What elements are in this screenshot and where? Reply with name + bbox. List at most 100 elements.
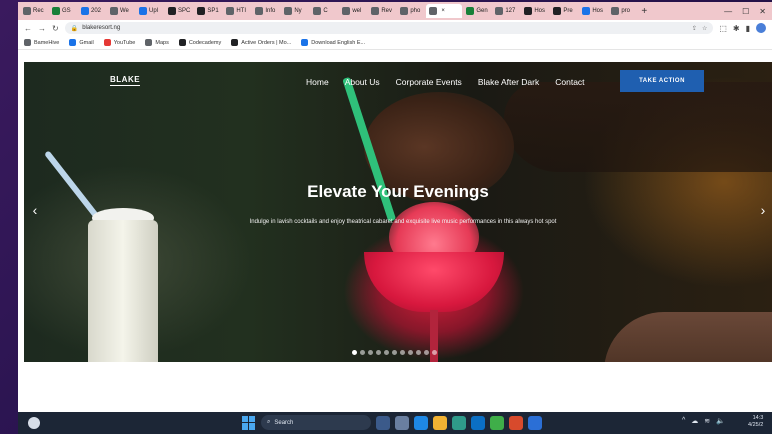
tab-label: C — [323, 8, 328, 14]
menu-item-home[interactable]: Home — [306, 77, 329, 87]
slider-dot[interactable] — [368, 350, 373, 355]
slider-dot[interactable] — [400, 350, 405, 355]
bookmark-item[interactable]: Active Orders | Mo... — [231, 39, 291, 46]
bookmark-star-icon[interactable]: ☆ — [702, 25, 707, 32]
browser-tab[interactable]: 202 — [78, 4, 106, 18]
browser-tab[interactable]: Upl — [136, 4, 164, 18]
browser-tab[interactable]: We — [107, 4, 135, 18]
chrome-icon[interactable] — [490, 415, 504, 430]
puzzle-icon[interactable]: ✱ — [733, 24, 740, 33]
browser-tab[interactable]: pro — [608, 4, 636, 18]
task-view-icon[interactable] — [376, 415, 390, 430]
extension-icon[interactable]: ⬚ — [719, 24, 727, 33]
browser-tab[interactable]: 127 — [492, 4, 520, 18]
forward-icon[interactable]: → — [38, 24, 46, 33]
bookmark-label: Download English E... — [311, 39, 366, 46]
app-icon-orange[interactable] — [509, 415, 523, 430]
bookmark-item[interactable]: Gmail — [69, 39, 94, 46]
tab-label: 202 — [91, 8, 102, 14]
tab-label: Ny — [294, 8, 302, 14]
browser-tab[interactable]: HTI — [223, 4, 251, 18]
windows-start-icon[interactable] — [242, 415, 256, 430]
slider-prev-icon[interactable]: ‹ — [28, 202, 42, 218]
chevron-up-icon[interactable]: ^ — [682, 417, 685, 425]
menu-item-blake-after-dark[interactable]: Blake After Dark — [478, 77, 539, 87]
edge-icon[interactable] — [414, 415, 428, 430]
browser-tab[interactable]: SP1 — [194, 4, 222, 18]
bookmark-item[interactable]: Maps — [145, 39, 169, 46]
new-tab-button[interactable]: + — [641, 6, 647, 17]
tab-favicon-icon — [582, 7, 591, 15]
search-icon: ⌕ — [267, 419, 271, 425]
slider-dots — [352, 350, 437, 355]
slider-dot[interactable] — [416, 350, 421, 355]
url-input[interactable]: 🔒 blakeresort.ng ⇪ ☆ — [64, 22, 714, 34]
app-icon-blue[interactable] — [528, 415, 542, 430]
clock-date: 4/25/2 — [748, 422, 764, 428]
taskbar-search[interactable]: ⌕ Search — [261, 415, 371, 430]
slider-dot[interactable] — [392, 350, 397, 355]
taskbar-apps: ⌕ Search — [242, 415, 542, 430]
slider-dot[interactable] — [360, 350, 365, 355]
tab-label: 127 — [505, 8, 516, 14]
browser-tab[interactable]: Hos — [521, 4, 549, 18]
mail-icon[interactable] — [471, 415, 485, 430]
bookmark-item[interactable]: Download English E... — [301, 39, 365, 46]
bookmark-label: BameHive — [34, 39, 60, 46]
slider-dot[interactable] — [384, 350, 389, 355]
tab-favicon-icon — [466, 7, 475, 15]
minimize-icon[interactable]: — — [724, 7, 732, 16]
weather-widget-icon[interactable] — [28, 417, 40, 429]
share-icon[interactable]: ⇪ — [692, 25, 697, 32]
browser-tab[interactable]: pho — [397, 4, 425, 18]
maximize-icon[interactable]: ☐ — [742, 7, 749, 16]
slider-next-icon[interactable]: › — [756, 202, 770, 218]
profile-avatar[interactable] — [756, 23, 766, 33]
tab-favicon-icon — [371, 7, 380, 15]
volume-icon[interactable]: 🔈 — [716, 417, 725, 425]
main-menu: Home About Us Corporate Events Blake Aft… — [306, 77, 585, 87]
menu-item-corporate-events[interactable]: Corporate Events — [396, 77, 462, 87]
reload-icon[interactable]: ↻ — [52, 24, 59, 33]
system-tray: ^ ☁ ≋ 🔈 — [682, 417, 725, 425]
slider-dot[interactable] — [352, 350, 357, 355]
slider-dot[interactable] — [432, 350, 437, 355]
bookmark-item[interactable]: YouTube — [103, 39, 135, 46]
cloud-icon[interactable]: ☁ — [691, 417, 698, 425]
browser-tab[interactable]: SPC — [165, 4, 193, 18]
slider-dot[interactable] — [408, 350, 413, 355]
browser-tab[interactable]: Gen — [463, 4, 491, 18]
browser-tab[interactable]: Rev — [368, 4, 396, 18]
chat-icon[interactable] — [395, 415, 409, 430]
tab-favicon-icon — [400, 7, 409, 15]
file-explorer-icon[interactable] — [433, 415, 447, 430]
browser-tab[interactable]: Rec — [20, 4, 48, 18]
take-action-button[interactable]: TAKE ACTION — [620, 70, 704, 92]
bookmark-item[interactable]: BameHive — [24, 39, 59, 46]
slider-dot[interactable] — [424, 350, 429, 355]
tab-label: GS — [62, 8, 71, 14]
bookmark-item[interactable]: Codecademy — [178, 39, 221, 46]
menu-item-contact[interactable]: Contact — [555, 77, 584, 87]
browser-tab[interactable]: Ny — [281, 4, 309, 18]
tab-close-icon[interactable]: × — [441, 8, 445, 14]
slider-dot[interactable] — [376, 350, 381, 355]
browser-tab[interactable]: C — [310, 4, 338, 18]
sidepanel-icon[interactable]: ▮ — [746, 24, 750, 33]
close-icon[interactable]: ✕ — [759, 7, 766, 16]
browser-tab[interactable]: Info — [252, 4, 280, 18]
store-icon[interactable] — [452, 415, 466, 430]
browser-tab[interactable]: × — [426, 4, 463, 18]
back-icon[interactable]: ← — [24, 24, 32, 33]
tab-favicon-icon — [342, 7, 351, 15]
browser-tab[interactable]: Hos — [579, 4, 607, 18]
tab-favicon-icon — [429, 7, 438, 15]
browser-tab[interactable]: GS — [49, 4, 77, 18]
site-logo[interactable]: BLAKE — [110, 75, 141, 86]
taskbar-clock[interactable]: 14:3 4/25/2 — [748, 415, 763, 429]
wifi-icon[interactable]: ≋ — [704, 417, 710, 425]
browser-tab[interactable]: wel — [339, 4, 367, 18]
tab-label: Info — [265, 8, 276, 14]
menu-item-about-us[interactable]: About Us — [345, 77, 380, 87]
browser-tab[interactable]: Pre — [550, 4, 578, 18]
